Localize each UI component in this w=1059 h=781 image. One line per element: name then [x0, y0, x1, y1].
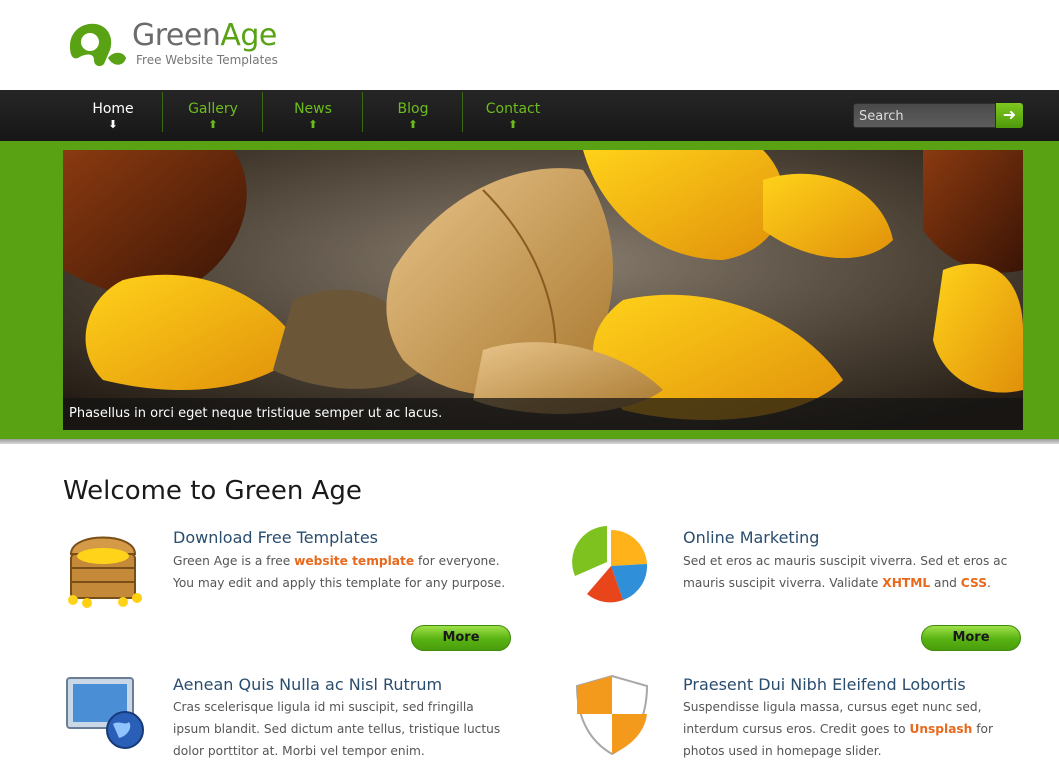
page-heading: Welcome to Green Age: [63, 476, 362, 506]
feature-title-praesent[interactable]: Praesent Dui Nibh Eleifend Lobortis: [683, 675, 966, 694]
arrow-up-icon: ⬆: [508, 118, 518, 131]
website-template-link[interactable]: website template: [294, 554, 414, 568]
more-button-marketing[interactable]: More: [921, 625, 1021, 651]
nav-label: Home: [92, 101, 134, 117]
search-submit-button[interactable]: ➜: [996, 103, 1023, 128]
treasure-chest-icon: [63, 524, 145, 608]
arrow-up-icon: ⬆: [408, 118, 418, 131]
shield-icon: [571, 672, 653, 756]
feature-text-download: Green Age is a free website template for…: [173, 550, 513, 594]
site-title-part2: Age: [220, 18, 277, 53]
feature-text-marketing: Sed et eros ac mauris suscipit viverra. …: [683, 550, 1023, 594]
pie-chart-icon: [571, 524, 653, 608]
feature-title-marketing[interactable]: Online Marketing: [683, 528, 819, 547]
search-input[interactable]: Search: [853, 103, 996, 128]
site-title-part1: Green: [132, 18, 221, 53]
nav-label: News: [294, 101, 332, 117]
unsplash-link[interactable]: Unsplash: [909, 722, 972, 736]
nav-item-gallery[interactable]: Gallery ⬆: [163, 90, 263, 141]
feature-title-aenean[interactable]: Aenean Quis Nulla ac Nisl Rutrum: [173, 675, 442, 694]
monitor-globe-icon: [63, 672, 145, 756]
feature-text-segment: and: [930, 576, 961, 590]
nav-label: Gallery: [188, 101, 238, 117]
nav-item-contact[interactable]: Contact ⬆: [463, 90, 563, 141]
feature-text-segment: Green Age is a free: [173, 554, 295, 568]
main-nav: Home ⬇ Gallery ⬆ News ⬆ Blog ⬆ Contact ⬆…: [0, 90, 1059, 141]
css-link[interactable]: CSS: [961, 576, 987, 590]
homepage-slider[interactable]: Phasellus in orci eget neque tristique s…: [63, 150, 1023, 430]
arrow-down-icon: ⬇: [108, 118, 118, 131]
site-title[interactable]: GreenAge: [132, 18, 277, 53]
nav-item-home[interactable]: Home ⬇: [63, 90, 163, 141]
arrow-up-icon: ⬆: [308, 118, 318, 131]
arrow-right-icon: ➜: [1002, 105, 1017, 124]
arrow-up-icon: ⬆: [208, 118, 218, 131]
logo-leaf-icon[interactable]: [64, 20, 128, 68]
nav-item-news[interactable]: News ⬆: [263, 90, 363, 141]
nav-item-blog[interactable]: Blog ⬆: [363, 90, 463, 141]
nav-label: Blog: [397, 101, 429, 117]
feature-title-download[interactable]: Download Free Templates: [173, 528, 378, 547]
banner-divider: [0, 439, 1059, 444]
site-tagline: Free Website Templates: [136, 53, 278, 67]
feature-text-aenean: Cras scelerisque ligula id mi suscipit, …: [173, 700, 501, 758]
slider-image-autumn-leaves: [63, 150, 1023, 430]
site-header: GreenAge Free Website Templates: [0, 0, 1059, 90]
nav-label: Contact: [485, 101, 541, 117]
xhtml-link[interactable]: XHTML: [882, 576, 930, 590]
feature-text-praesent: Suspendisse ligula massa, cursus eget nu…: [683, 696, 1023, 762]
more-button-download[interactable]: More: [411, 625, 511, 651]
slider-caption: Phasellus in orci eget neque tristique s…: [63, 398, 1023, 430]
feature-text-segment: .: [986, 576, 991, 590]
